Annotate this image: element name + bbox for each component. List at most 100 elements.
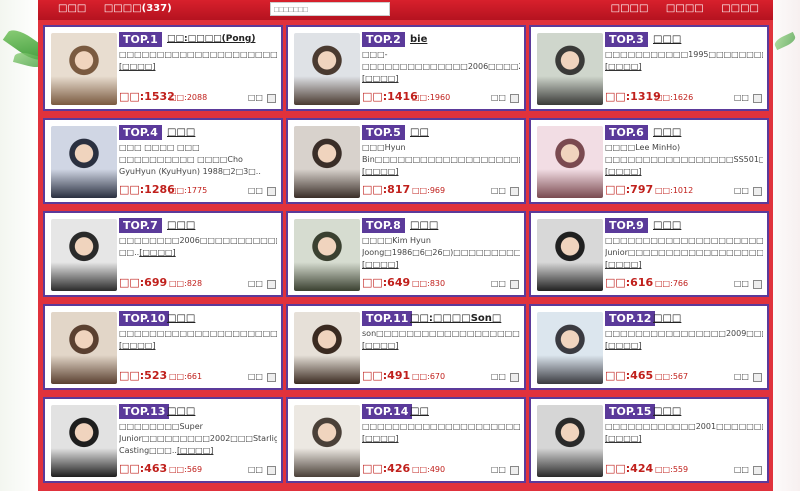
description-text: □□□-□□□□□□□□□□□□□□2006□□□□21□□□□□□□□□□□□… [362,50,520,71]
read-more-link[interactable]: [□□□□] [119,341,155,350]
vote-checkbox[interactable] [267,187,276,196]
read-more-link[interactable]: [□□□□] [139,248,175,257]
read-more-link[interactable]: [□□□□] [119,62,155,71]
nav-link-2[interactable]: □□□□ [666,3,704,14]
profile-photo[interactable] [294,219,360,291]
profile-photo[interactable] [294,405,360,477]
ranking-card: TOP.5 □□ □□□Hyun Bin□□□□□□□□□□□□□□□□□□□□□□… [286,118,526,204]
nav-link-3[interactable]: □□□□ [721,3,759,14]
search-input[interactable] [270,2,390,16]
view-count: □□:969 [412,186,446,195]
profile-photo[interactable] [294,312,360,384]
rank-badge: TOP.4 [119,125,162,140]
vote-count: □□:491 [362,369,411,382]
profile-photo[interactable] [51,126,117,198]
read-more-link[interactable]: [□□□□] [362,341,398,350]
celebrity-name-link[interactable]: □□□ [410,218,438,233]
nav-link-home[interactable]: □□□ [58,3,86,14]
profile-photo[interactable] [294,33,360,105]
profile-photo[interactable] [537,312,603,384]
read-more-link[interactable]: [□□□□] [605,341,641,350]
vote-checkbox[interactable] [753,373,762,382]
profile-photo[interactable] [51,33,117,105]
view-count: □□:2088 [169,93,208,102]
rank-badge: TOP.5 [362,125,405,140]
celebrity-name-link[interactable]: □□□ [167,311,195,326]
nav-link-count[interactable]: □□□□(337) [104,3,172,14]
description: □□□-□□□□□□□□□□□□□□2006□□□□21□□□□□□□□□□□□… [362,49,520,85]
vote-count: □□:426 [362,462,411,475]
vote-count: □□:465 [605,369,654,382]
read-more-link[interactable]: [□□□□] [362,167,398,176]
vote-checkbox[interactable] [267,373,276,382]
celebrity-name-link[interactable]: □□□ [653,32,681,47]
celebrity-name-link[interactable]: □□ [410,404,429,419]
ranking-card: TOP.10□□□□□□□□□□□□□□□□□□□□□□□□□□□□□□□□□□… [43,304,283,390]
celebrity-name-link[interactable]: □□:□□□□(Pong) [167,32,255,47]
celebrity-name-link[interactable]: bie [410,32,427,47]
description: □□□□□□□□□□□□□□□□□□□□□□□□□□□Super Junior□… [605,235,763,271]
celebrity-name-link[interactable]: □□□ [653,404,681,419]
ranking-card: TOP.7 □□□ □□□□□□□□2006□□□□□□□□□□□□□□□□□□□□… [43,211,283,297]
vote-checkbox[interactable] [510,280,519,289]
celebrity-name-link[interactable]: □□□ [653,311,681,326]
vote-count: □□:649 [362,276,411,289]
vote-checkbox[interactable] [510,187,519,196]
nav-link-1[interactable]: □□□□ [611,3,649,14]
read-more-link[interactable]: [□□□□] [605,62,641,71]
vote-checkbox[interactable] [753,94,762,103]
profile-photo[interactable] [51,219,117,291]
celebrity-name-link[interactable]: □□□ [167,125,195,140]
view-count: □□:1775 [169,186,208,195]
celebrity-name-link[interactable]: □□:□□□□Son□ [410,311,501,326]
vote-checkbox[interactable] [267,94,276,103]
description-text: □□□□Kim Hyun Joong□1986□6□26□)□□□□□□□□□□… [362,236,520,257]
vote-checkbox[interactable] [510,373,519,382]
profile-photo[interactable] [294,126,360,198]
profile-photo[interactable] [51,312,117,384]
read-more-link[interactable]: [□□□□] [362,74,398,83]
vote-label: □□ [733,279,749,288]
view-count: □□:828 [169,279,203,288]
profile-photo[interactable] [537,33,603,105]
profile-photo[interactable] [537,405,603,477]
vote-checkbox[interactable] [510,466,519,475]
profile-photo[interactable] [537,126,603,198]
vote-checkbox[interactable] [267,280,276,289]
ranking-card: TOP.6 □□□ □□□□Lee MinHo) □□□□□□□□□□□□□□□□□… [529,118,769,204]
vote-count: □□:817 [362,183,411,196]
read-more-link[interactable]: [□□□□] [362,434,398,443]
vote-label: □□ [247,372,263,381]
read-more-link[interactable]: [□□□□] [177,446,213,455]
view-count: □□:569 [169,465,203,474]
celebrity-name-link[interactable]: □□□ [653,218,681,233]
read-more-link[interactable]: [□□□□] [362,260,398,269]
vote-checkbox[interactable] [267,466,276,475]
vote-count: □□:1416 [362,90,418,103]
celebrity-name-link[interactable]: □□□ [167,218,195,233]
vote-count: □□:1286 [119,183,175,196]
vote-checkbox[interactable] [753,280,762,289]
read-more-link[interactable]: [□□□□] [605,434,641,443]
vote-label: □□ [490,372,506,381]
celebrity-name-link[interactable]: □□□ [167,404,195,419]
vote-checkbox[interactable] [753,187,762,196]
description: □□□□□□□□Super Junior□□□□□□□□□2002□□□Star… [119,421,277,457]
description: □□□ □□□□ □□□ □□□□□□□□□□ □□□□Cho GyuHyun … [119,142,277,178]
read-more-link[interactable]: [□□□□] [605,167,641,176]
profile-photo[interactable] [537,219,603,291]
description: son□□□□□□□□□□□□□□□□□□□□□□□□□□□□□□□□□□□□□… [362,328,520,364]
celebrity-name-link[interactable]: □□ [410,125,429,140]
view-count: □□:1626 [655,93,694,102]
vote-label: □□ [247,279,263,288]
vote-label: □□ [247,465,263,474]
rank-badge: TOP.8 [362,218,405,233]
vote-checkbox[interactable] [510,94,519,103]
profile-photo[interactable] [51,405,117,477]
description: □□□□□□□□□□□1995□□□□□□□□□□□2000□□□□□□□□□□… [605,49,763,85]
description-text: □□□□□□□□□□□□□□□□□□□□□□□□□□□Super Junior□… [605,236,763,257]
celebrity-name-link[interactable]: □□□ [653,125,681,140]
vote-checkbox[interactable] [753,466,762,475]
description-text: □□□ □□□□ □□□ □□□□□□□□□□ □□□□Cho GyuHyun … [119,143,261,176]
read-more-link[interactable]: [□□□□] [605,260,641,269]
